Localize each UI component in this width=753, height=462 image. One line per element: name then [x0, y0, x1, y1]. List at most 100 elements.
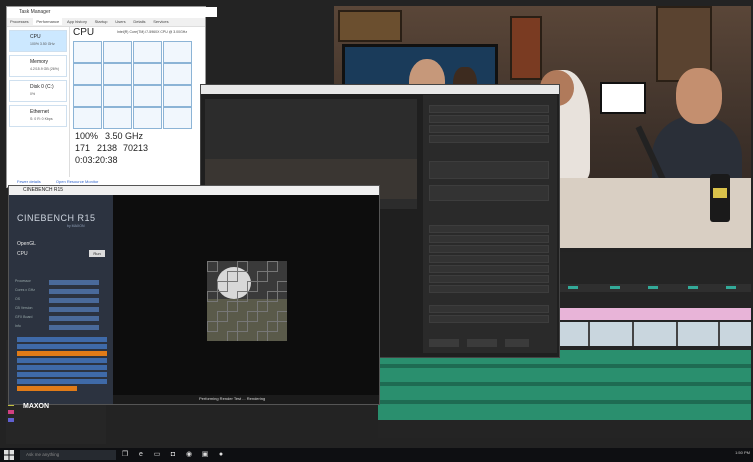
tab-details[interactable]: Details [130, 18, 148, 25]
premiere-icon[interactable]: ▣ [200, 450, 210, 460]
render-bucket [237, 321, 248, 332]
open-resource-monitor-link[interactable]: Open Resource Monitor [56, 179, 98, 184]
setting-row[interactable] [429, 115, 549, 123]
setting-row[interactable] [429, 315, 549, 323]
ruler-marker [610, 286, 620, 289]
info-value [49, 298, 99, 303]
resource-label: Memory [30, 59, 49, 65]
queue-button[interactable] [467, 339, 497, 347]
ranking-bar [17, 365, 107, 370]
setting-row[interactable] [429, 285, 549, 293]
resource-ethernet[interactable]: Ethernet S: 0 R: 0 Kbps [9, 105, 67, 127]
info-label: Info [15, 324, 21, 328]
export-title-bar [201, 85, 559, 94]
cpu-core-graph [73, 107, 102, 129]
ranking-bar [17, 358, 107, 363]
handles-value: 70213 [123, 143, 149, 153]
render-bucket [257, 301, 268, 312]
info-label: OS [15, 297, 21, 301]
resource-list: CPU 100% 3.50 GHz Memory 4.2/15.9 GB (26… [7, 27, 70, 177]
setting-row[interactable] [429, 105, 549, 113]
setting-row[interactable] [429, 255, 549, 263]
person-right-head [676, 68, 722, 124]
info-value [49, 280, 99, 285]
setting-row[interactable] [429, 235, 549, 243]
wall-poster [510, 16, 542, 80]
info-value [49, 325, 99, 330]
clip-cut [676, 322, 678, 346]
export-settings-panel[interactable] [423, 95, 557, 353]
tab-services[interactable]: Services [150, 18, 171, 25]
tab-processes[interactable]: Processes [7, 18, 32, 25]
cinebench-icon[interactable]: ● [216, 450, 226, 460]
setting-row[interactable] [429, 275, 549, 283]
ruler-marker [648, 286, 658, 289]
cpu-core-graphs [73, 41, 199, 137]
cpu-core-graph [133, 63, 162, 85]
setting-row[interactable] [429, 265, 549, 273]
taskbar-search-box[interactable]: Ask me anything [20, 450, 116, 460]
info-row: Cores x GHz [15, 288, 107, 295]
run-button[interactable]: Run [89, 250, 105, 257]
setting-row[interactable] [429, 135, 549, 143]
render-bucket [227, 271, 238, 282]
setting-row[interactable] [429, 125, 549, 133]
render-bucket [247, 281, 258, 292]
ranking-bar [17, 337, 107, 342]
task-view-icon[interactable]: ❐ [120, 450, 130, 460]
render-bucket [227, 331, 238, 341]
resource-sub: S: 0 R: 0 Kbps [30, 117, 53, 121]
summary-box [429, 161, 549, 179]
export-button[interactable] [505, 339, 529, 347]
setting-row[interactable] [429, 225, 549, 233]
task-manager-window[interactable]: Task Manager Processes Performance App h… [6, 6, 217, 188]
cpu-stats: 100% 3.50 GHz 171 2138 70213 0:03:20:38 [75, 131, 201, 171]
info-value [49, 316, 99, 321]
resource-disk[interactable]: Disk 0 (C:) 0% [9, 80, 67, 102]
render-bucket [207, 261, 218, 272]
cpu-heading: CPU [73, 27, 95, 38]
edge-icon[interactable]: e [136, 450, 146, 460]
file-explorer-icon[interactable]: ▭ [152, 450, 162, 460]
cpu-core-graph [163, 107, 192, 129]
tab-startup[interactable]: Startup [92, 18, 111, 25]
cpu-core-graph [163, 63, 192, 85]
tab-users[interactable]: Users [112, 18, 128, 25]
status-bar: Performing Render Test ... Rendering [113, 395, 379, 404]
processes-value: 171 [75, 143, 91, 153]
render-tiles [207, 261, 287, 341]
resource-sub: 100% 3.50 GHz [30, 42, 55, 46]
setting-row[interactable] [429, 305, 549, 313]
video-clip-strip[interactable] [558, 322, 751, 346]
resource-label: Ethernet [30, 109, 49, 115]
cinebench-window-title: CINEBENCH R15 [23, 187, 64, 193]
ranking-bar [17, 372, 107, 377]
utilization-value: 100% [75, 131, 99, 141]
store-icon[interactable]: ◘ [168, 450, 178, 460]
chrome-icon[interactable]: ◉ [184, 450, 194, 460]
cinebench-window[interactable]: CINEBENCH R15 CINEBENCH R15 by MAXON Ope… [8, 185, 380, 410]
info-label: Processor [15, 279, 31, 283]
setting-row[interactable] [429, 245, 549, 253]
resource-cpu[interactable]: CPU 100% 3.50 GHz [9, 30, 67, 52]
cpu-core-graph [163, 41, 192, 63]
threads-value: 2138 [97, 143, 118, 153]
resource-sub: 0% [30, 92, 36, 96]
maxon-logo: MAXON [23, 403, 50, 410]
graphic-clip[interactable] [558, 308, 751, 320]
tab-app-history[interactable]: App history [64, 18, 90, 25]
render-bucket [267, 321, 278, 332]
fewer-details-link[interactable]: Fewer details [17, 179, 41, 184]
windows-taskbar: Ask me anything ❐ e ▭ ◘ ◉ ▣ ● 1:50 PM [0, 448, 753, 462]
render-bucket [237, 261, 248, 272]
windows-start-icon[interactable] [4, 450, 14, 460]
cpu-core-graph [103, 41, 132, 63]
tab-performance[interactable]: Performance [33, 18, 63, 25]
info-row: CB Version [15, 306, 107, 313]
metadata-button[interactable] [429, 339, 459, 347]
resource-memory[interactable]: Memory 4.2/15.9 GB (26%) [9, 55, 67, 77]
audio-tracks[interactable] [378, 350, 751, 420]
resource-label: Disk 0 (C:) [30, 84, 54, 90]
render-status: Performing Render Test ... Rendering [199, 396, 266, 401]
info-value [49, 307, 99, 312]
